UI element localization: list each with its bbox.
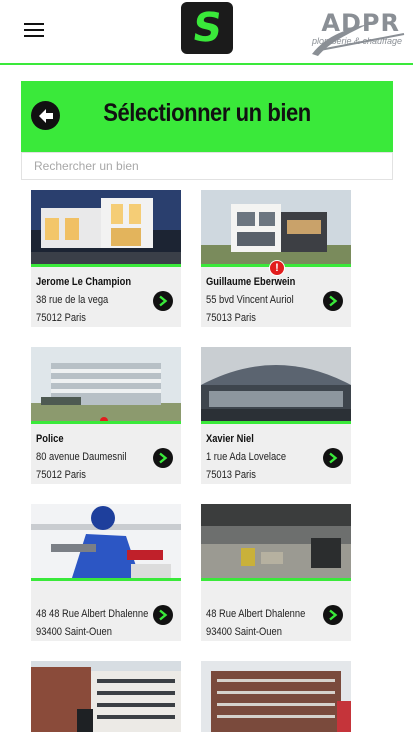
property-photo <box>31 504 181 581</box>
property-photo <box>31 661 181 732</box>
alert-badge: ! <box>269 260 285 276</box>
property-city: 93400 Saint-Ouen <box>36 626 112 638</box>
property-street: 48 48 Rue Albert Dhalenne <box>36 608 149 620</box>
property-city: 75013 Paris <box>206 312 256 324</box>
open-property-button[interactable] <box>153 605 173 625</box>
open-property-button[interactable] <box>323 605 343 625</box>
open-property-button[interactable] <box>153 291 173 311</box>
app-logo[interactable]: S <box>181 2 233 54</box>
property-card[interactable]: Xavier Niel 1 rue Ada Lovelace 75013 Par… <box>201 347 351 484</box>
brand-logo: ADPR plomberie & chauffage <box>308 4 408 58</box>
chevron-right-icon <box>159 452 168 464</box>
open-property-button[interactable] <box>323 291 343 311</box>
property-card[interactable]: ! Guillaume Eberwein 55 bvd Vincent Auri… <box>201 190 351 327</box>
property-name: Guillaume Eberwein <box>206 276 296 288</box>
chevron-right-icon <box>329 295 338 307</box>
property-name: Xavier Niel <box>206 433 254 445</box>
open-property-button[interactable] <box>153 448 173 468</box>
page-title: Sélectionner un bien <box>103 99 311 127</box>
property-street: 1 rue Ada Lovelace <box>206 451 287 463</box>
property-photo <box>201 661 351 732</box>
chevron-right-icon <box>329 452 338 464</box>
property-photo <box>201 504 351 581</box>
property-street: 55 bvd Vincent Auriol <box>206 294 294 306</box>
property-name: Jerome Le Champion <box>36 276 132 288</box>
property-city: 93400 Saint-Ouen <box>206 626 282 638</box>
property-card[interactable]: 48 Rue Albert Dhalenne 93400 Saint-Ouen <box>201 504 351 641</box>
search-box <box>21 152 393 180</box>
property-city: 75012 Paris <box>36 312 86 324</box>
property-card[interactable]: Jerome Le Champion 38 rue de la vega 750… <box>31 190 181 327</box>
property-photo <box>31 190 181 267</box>
property-name: Police <box>36 433 64 445</box>
property-card[interactable]: Police 80 avenue Daumesnil 75012 Paris <box>31 347 181 484</box>
chevron-right-icon <box>159 609 168 621</box>
property-photo <box>31 347 181 424</box>
property-card[interactable] <box>31 661 181 732</box>
open-property-button[interactable] <box>323 448 343 468</box>
hamburger-menu-icon[interactable] <box>24 22 44 38</box>
search-input[interactable] <box>22 153 392 179</box>
property-street: 48 Rue Albert Dhalenne <box>206 608 306 620</box>
chevron-right-icon <box>159 295 168 307</box>
property-card[interactable] <box>201 661 351 732</box>
property-photo <box>201 190 351 267</box>
property-city: 75012 Paris <box>36 469 86 481</box>
property-street: 38 rue de la vega <box>36 294 109 306</box>
property-city: 75013 Paris <box>206 469 256 481</box>
brand-name: ADPR <box>321 9 400 37</box>
property-card[interactable]: 48 48 Rue Albert Dhalenne 93400 Saint-Ou… <box>31 504 181 641</box>
property-street: 80 avenue Daumesnil <box>36 451 127 463</box>
page-header: Sélectionner un bien <box>21 81 393 152</box>
brand-tagline: plomberie & chauffage <box>311 36 402 46</box>
app-logo-glyph: S <box>189 5 225 51</box>
property-photo <box>201 347 351 424</box>
top-bar: S ADPR plomberie & chauffage <box>0 0 413 65</box>
chevron-right-icon <box>329 609 338 621</box>
